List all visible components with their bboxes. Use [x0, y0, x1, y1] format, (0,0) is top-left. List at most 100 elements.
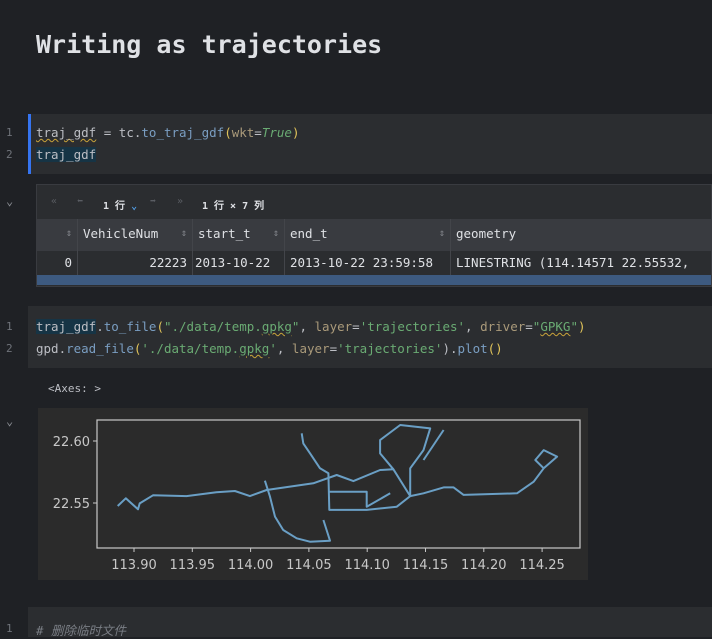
page-title: Writing as trajectories [36, 30, 383, 59]
chevron-down-icon: ⌄ [131, 201, 138, 212]
table-cell[interactable]: 22223 [78, 251, 193, 275]
code-token: GPKG [540, 319, 571, 334]
code-token: ). [442, 341, 458, 356]
code-token: wkt [231, 125, 255, 140]
code-token: . [96, 319, 104, 334]
code-token: () [487, 341, 503, 356]
sort-icon[interactable]: ⇕ [439, 219, 445, 249]
code-token: traj_gdf [36, 147, 97, 162]
trajectory-line-rect [329, 490, 391, 508]
code-token: 'trajectories' [337, 341, 443, 356]
code-token: layer [314, 319, 353, 334]
code-cell-1[interactable]: 1 2 [6, 114, 712, 174]
code-token: traj_gdf [36, 319, 97, 334]
column-label: geometry [456, 226, 517, 241]
code-token: = [525, 319, 533, 334]
column-header[interactable]: end_t ⇕ [285, 219, 451, 251]
code-token: 'trajectories' [359, 319, 466, 334]
code-token: . [58, 341, 67, 356]
column-label: end_t [290, 226, 328, 241]
code-token: gpd [36, 341, 59, 356]
column-header[interactable]: VehicleNum ⇕ [78, 219, 193, 251]
table-cell[interactable]: 2013-10-22 [193, 251, 285, 275]
prev-page-button[interactable]: ⬅ [77, 196, 83, 207]
code-token: = [329, 341, 338, 356]
code-token: gpkg [261, 319, 292, 334]
trajectory-line-spur [422, 429, 445, 461]
trajectory-line-loop [379, 424, 432, 497]
table-cell[interactable]: LINESTRING (114.14571 22.55532, [451, 251, 711, 275]
code-token: = [254, 125, 262, 140]
code-token: ) [577, 319, 586, 334]
x-tick-label: 113.90 [111, 558, 157, 573]
rows-label: 1 行 [103, 201, 126, 212]
index-header[interactable]: ⇕ [37, 219, 78, 251]
line-number: 1 [6, 320, 13, 333]
output-text: <Axes: > [48, 382, 101, 395]
first-page-button[interactable]: « [51, 196, 57, 207]
x-tick-label: 113.95 [170, 558, 216, 573]
last-page-button[interactable]: » [177, 196, 183, 207]
code-token: tc [118, 125, 134, 140]
code-token: gpkg [239, 341, 270, 356]
column-label: start_t [198, 226, 251, 241]
code-comment: # 删除临时文件 [36, 623, 127, 638]
line-number: 1 [6, 622, 13, 635]
rows-per-page-select[interactable]: 1 行 ⌄ [103, 197, 137, 212]
code-token: True [261, 125, 292, 140]
next-page-button[interactable]: ➡ [150, 196, 156, 207]
y-tick-label: 22.55 [53, 497, 90, 512]
x-tick-label: 114.10 [344, 558, 390, 573]
x-tick-label: 114.00 [228, 558, 274, 573]
code-cell-2[interactable] [28, 306, 712, 368]
line-number: 2 [6, 342, 13, 355]
line-number: 2 [6, 148, 13, 161]
trajectory-line-main [117, 449, 559, 511]
code-token: ' [269, 341, 277, 356]
y-tick-label: 22.60 [53, 435, 90, 450]
line-number: 1 [6, 126, 13, 139]
x-tick-label: 114.25 [519, 558, 565, 573]
collapse-output-icon[interactable]: ⌄ [6, 414, 13, 428]
code-token: to_traj_gdf [141, 125, 225, 140]
code-token: "./data/temp. [163, 319, 262, 334]
code-token: layer [291, 341, 330, 356]
sort-icon[interactable]: ⇕ [66, 219, 72, 249]
code-token: plot [457, 341, 488, 356]
code-token: , [465, 319, 481, 334]
code-token: driver [480, 319, 526, 334]
code-token: , [276, 341, 292, 356]
active-cell-indicator [28, 114, 31, 174]
sort-icon[interactable]: ⇕ [273, 219, 279, 249]
code-line: gpd.read_file('./data/temp.gpkg', layer=… [36, 341, 503, 356]
code-line: traj_gdf.to_file("./data/temp.gpkg ", lay… [36, 319, 586, 334]
code-token: ) [291, 125, 300, 140]
column-label: VehicleNum [83, 226, 159, 241]
code-token: ( [224, 125, 232, 140]
code-token: to_file [103, 319, 157, 334]
trajectory-chart: 113.90 113.95 114.00 114.05 114.10 114.15 114.… [53, 419, 581, 573]
x-tick-label: 114.15 [403, 558, 449, 573]
table-dimensions: 1 行 × 7 列 [202, 201, 265, 212]
code-token: traj_gdf [36, 125, 97, 140]
code-token: , [299, 319, 315, 334]
code-token: " [570, 319, 578, 334]
code-cell-3[interactable] [28, 607, 712, 637]
x-tick-label: 114.05 [286, 558, 332, 573]
code-line: traj_gdf [36, 147, 97, 162]
table-cell[interactable]: 2013-10-22 23:59:58 [285, 251, 451, 275]
x-tick-label: 114.20 [461, 558, 507, 573]
collapse-output-icon[interactable]: ⌄ [6, 194, 13, 208]
dataframe-output: « ⬅ 1 行 ⌄ ➡ » 1 行 × 7 列 ⇕ VehicleNum ⇕ st… [36, 184, 712, 287]
sort-icon[interactable]: ⇕ [181, 219, 187, 249]
column-header[interactable]: start_t ⇕ [193, 219, 285, 251]
code-line: traj_gdf = tc.to_traj_gdf(wkt=True) [36, 125, 299, 140]
code-token: read_file [66, 341, 134, 356]
column-header[interactable]: geometry [451, 219, 711, 251]
horizontal-scrollbar[interactable] [37, 275, 711, 285]
row-index: 0 [37, 251, 78, 275]
code-token: = [96, 125, 119, 140]
plot-output: 113.90 113.95 114.00 114.05 114.10 114.15 114.… [38, 408, 588, 580]
code-token: ( [156, 319, 164, 334]
code-token: = [352, 319, 360, 334]
